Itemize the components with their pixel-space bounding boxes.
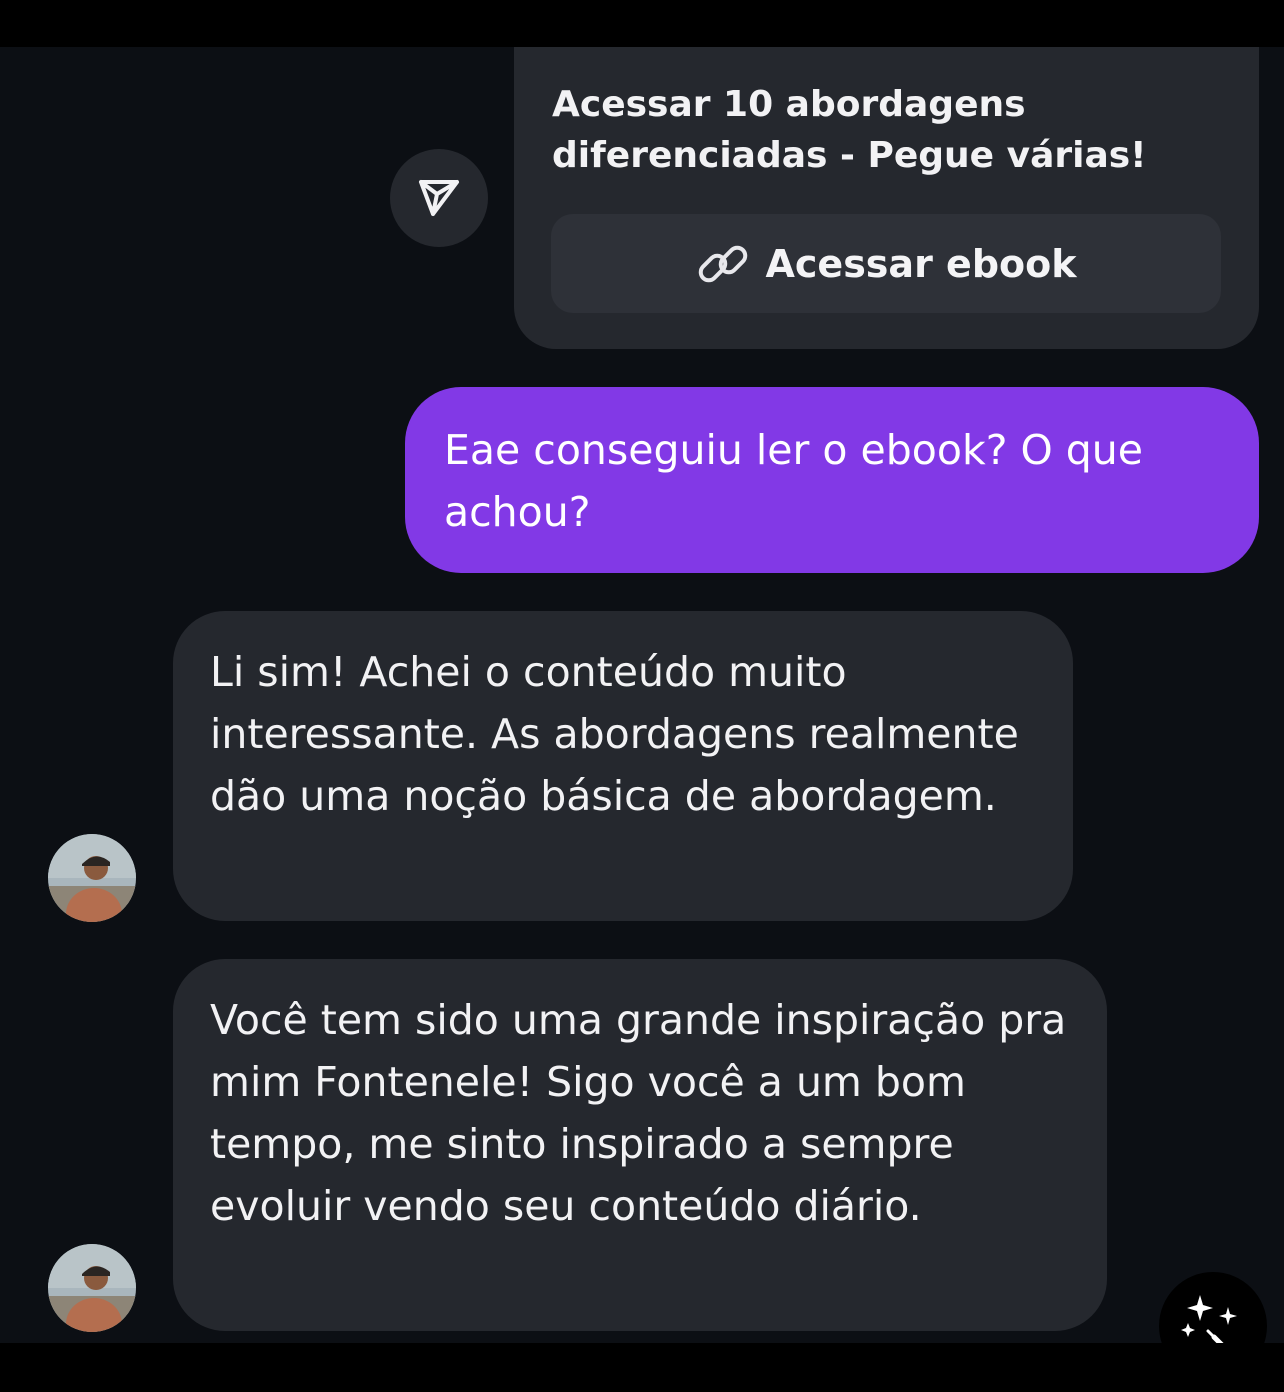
shared-post-title: Acessar 10 abordagens diferenciadas - Pe…	[552, 84, 1147, 176]
sparkle-edit-icon	[1181, 1295, 1237, 1343]
bottom-safe-area	[0, 1343, 1284, 1392]
shared-post-card[interactable]: Acessar 10 abordagens diferenciadas - Pe…	[514, 47, 1259, 349]
message-sent[interactable]: Eae conseguiu ler o ebook? O que achou?	[405, 387, 1259, 573]
access-ebook-label: Acessar ebook	[765, 241, 1077, 286]
send-icon	[419, 180, 459, 216]
link-icon	[699, 245, 748, 282]
avatar[interactable]	[48, 834, 136, 922]
message-received[interactable]: Você tem sido uma grande inspiração pra …	[173, 959, 1107, 1331]
share-button[interactable]	[390, 149, 488, 247]
chat-thread[interactable]: Acessar 10 abordagens diferenciadas - Pe…	[0, 47, 1284, 1343]
message-received[interactable]: Li sim! Achei o conteúdo muito interessa…	[173, 611, 1073, 921]
status-bar-area	[0, 0, 1284, 47]
ai-writing-button[interactable]	[1159, 1272, 1267, 1343]
avatar[interactable]	[48, 1244, 136, 1332]
access-ebook-button[interactable]: Acessar ebook	[551, 214, 1221, 313]
